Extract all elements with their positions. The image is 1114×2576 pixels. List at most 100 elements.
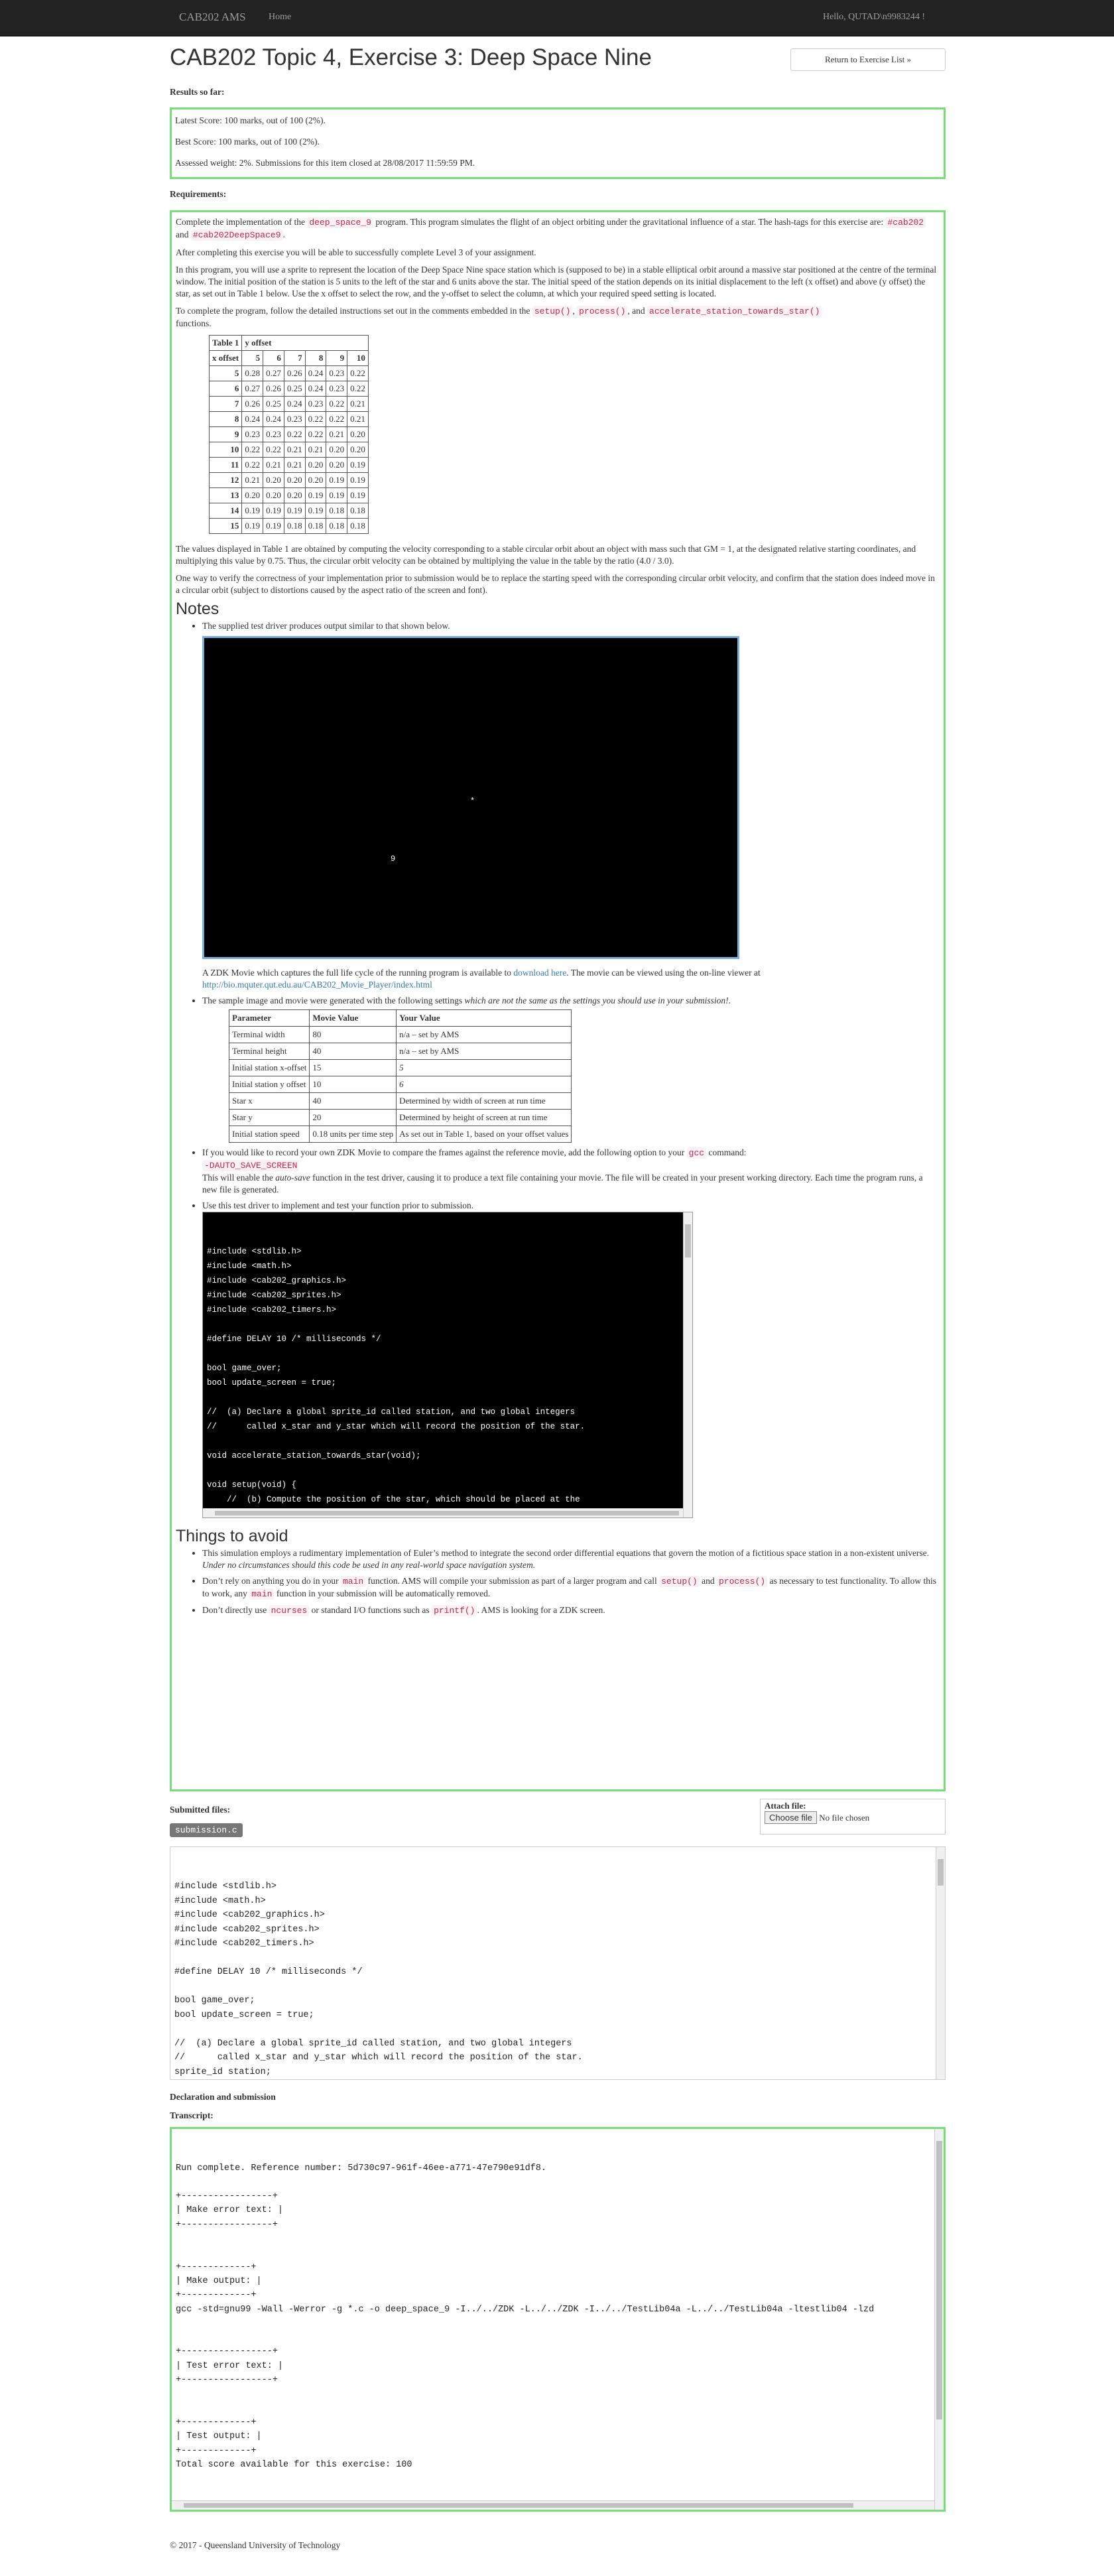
note-item: Use this test driver to implement and te… xyxy=(202,1200,940,1518)
speed-cell: 0.20 xyxy=(304,472,327,488)
y-offset-col-header: 6 xyxy=(263,350,284,366)
autosave-text: If you would like to record your own ZDK… xyxy=(202,1147,687,1157)
download-movie-link[interactable]: download here xyxy=(513,968,566,978)
submission-source-text: #include <stdlib.h> #include <math.h> #i… xyxy=(174,1882,583,2077)
code-vertical-scrollbar[interactable] xyxy=(683,1212,692,1517)
req-description: In this program, you will use a sprite t… xyxy=(176,265,937,298)
table-row: 9 0.23 0.23 0.22 0.22 0.21 0.20 xyxy=(208,426,369,442)
table-row: 11 0.22 0.21 0.21 0.20 0.20 0.19 xyxy=(208,457,369,473)
movie-viewer-link[interactable]: http://bio.mquter.qut.edu.au/CAB202_Movi… xyxy=(202,980,432,990)
req-and-2: , and xyxy=(627,306,648,316)
submission-source-view[interactable]: #include <stdlib.h> #include <math.h> #i… xyxy=(170,1846,946,2080)
speed-cell: 0.24 xyxy=(304,381,327,397)
hashtag-cab202: #cab202 xyxy=(885,217,926,228)
settings-row: Star y 20 Determined by height of screen a… xyxy=(228,1109,572,1126)
printf-code: printf() xyxy=(432,1605,477,1616)
speed-cell: 0.27 xyxy=(263,365,284,381)
speed-cell: 0.19 xyxy=(326,487,348,503)
speed-cell: 0.19 xyxy=(241,503,264,519)
settings-cell: Initial station y offset xyxy=(228,1076,310,1093)
settings-cell: 15 xyxy=(309,1059,397,1076)
table-row: 14 0.19 0.19 0.19 0.19 0.18 0.18 xyxy=(208,503,369,519)
speed-cell: 0.24 xyxy=(263,411,284,427)
speed-cell: 0.24 xyxy=(304,365,327,381)
speed-cell: 0.19 xyxy=(263,518,284,534)
submission-file-tab[interactable]: submission.c xyxy=(170,1823,243,1837)
note-driver-text: The supplied test driver produces output… xyxy=(202,621,450,631)
accelerate-code: accelerate_station_towards_star() xyxy=(647,306,822,317)
avoid-list: This simulation employs a rudimentary im… xyxy=(176,1547,940,1617)
process-code-2: process() xyxy=(716,1576,768,1587)
speed-cell: 0.20 xyxy=(263,472,284,488)
req-table-explanation: The values displayed in Table 1 are obta… xyxy=(176,544,916,566)
results-panel: Latest Score: 100 marks, out of 100 (2%)… xyxy=(170,107,946,179)
speed-cell: 0.18 xyxy=(304,518,327,534)
code-horizontal-scrollbar[interactable] xyxy=(203,1508,683,1517)
settings-col-header: Your Value xyxy=(396,1009,572,1027)
transcript-view[interactable]: Run complete. Reference number: 5d730c97… xyxy=(170,2127,946,2512)
settings-cell: Determined by width of screen at run tim… xyxy=(396,1092,572,1110)
settings-row: Initial station speed 0.18 units per time… xyxy=(228,1126,572,1143)
req-period: . xyxy=(282,229,285,239)
settings-cell: As set out in Table 1, based on your off… xyxy=(396,1126,572,1143)
speed-cell: 0.26 xyxy=(241,396,264,412)
y-offset-col-header: 8 xyxy=(304,350,327,366)
speed-cell: 0.22 xyxy=(347,381,369,397)
x-offset-row-header: 9 xyxy=(208,426,243,442)
user-greeting[interactable]: Hello, QUTAD\n9983244 ! xyxy=(823,0,925,34)
settings-cell: Terminal height xyxy=(228,1043,310,1060)
speed-cell: 0.18 xyxy=(347,503,369,519)
brand-link[interactable]: CAB202 AMS xyxy=(179,0,246,34)
settings-warning: which are not the same as the settings y… xyxy=(464,996,729,1005)
settings-cell: 6 xyxy=(396,1076,572,1093)
speed-cell: 0.23 xyxy=(304,396,327,412)
results-label: Results so far: xyxy=(170,87,225,97)
speed-cell: 0.18 xyxy=(283,518,306,534)
source-vertical-scrollbar[interactable] xyxy=(936,1847,945,2079)
req-verification: One way to verify the correctness of you… xyxy=(176,573,935,595)
avoid-main-text-4: function in your submission will be auto… xyxy=(274,1588,491,1598)
y-offset-col-header: 7 xyxy=(283,350,306,366)
settings-cell: 40 xyxy=(309,1092,397,1110)
speed-cell: 0.22 xyxy=(326,411,348,427)
return-to-list-button[interactable]: Return to Exercise List » xyxy=(790,48,946,71)
speed-cell: 0.22 xyxy=(263,442,284,458)
speed-cell: 0.19 xyxy=(263,503,284,519)
speed-cell: 0.22 xyxy=(347,365,369,381)
req-intro-text-2: program. This program simulates the flig… xyxy=(373,217,886,227)
choose-file-button[interactable]: Choose file xyxy=(765,1811,818,1824)
x-offset-row-header: 12 xyxy=(208,472,243,488)
attach-file-label: Attach file: xyxy=(765,1801,806,1811)
speed-cell: 0.20 xyxy=(326,442,348,458)
sample-output-screen: * 9 xyxy=(202,636,739,959)
transcript-horizontal-scrollbar[interactable] xyxy=(172,2500,934,2510)
home-link[interactable]: Home xyxy=(269,0,291,34)
no-file-chosen-text: No file chosen xyxy=(819,1813,870,1823)
y-offset-header: y offset xyxy=(241,335,369,351)
autosave-desc: This will enable the xyxy=(202,1173,276,1183)
req-and: and xyxy=(176,229,191,239)
settings-row: Terminal height 40 n/a – set by AMS xyxy=(228,1043,572,1060)
settings-cell: Star x xyxy=(228,1092,310,1110)
table-row: 12 0.21 0.20 0.20 0.20 0.19 0.19 xyxy=(208,472,369,488)
speed-cell: 0.24 xyxy=(283,396,306,412)
speed-cell: 0.18 xyxy=(326,503,348,519)
settings-col-header: Movie Value xyxy=(309,1009,397,1027)
main-code: main xyxy=(340,1576,366,1587)
settings-cell: n/a – set by AMS xyxy=(396,1026,572,1043)
station-glyph: 9 xyxy=(391,854,396,864)
settings-table: Parameter Movie Value Your Value Terminal … xyxy=(228,1009,572,1143)
speed-cell: 0.24 xyxy=(241,411,264,427)
note-item: If you would like to record your own ZDK… xyxy=(202,1147,940,1196)
speed-cell: 0.25 xyxy=(263,396,284,412)
speed-cell: 0.18 xyxy=(347,518,369,534)
test-driver-code[interactable]: #include <stdlib.h> #include <math.h> #i… xyxy=(202,1212,693,1518)
speed-cell: 0.19 xyxy=(241,518,264,534)
settings-cell: Star y xyxy=(228,1109,310,1126)
settings-row: Initial station x-offset 15 5 xyxy=(228,1059,572,1076)
table-row: 10 0.22 0.22 0.21 0.21 0.20 0.20 xyxy=(208,442,369,458)
autosave-em: auto-save xyxy=(275,1173,310,1183)
transcript-vertical-scrollbar[interactable] xyxy=(934,2129,944,2510)
x-offset-row-header: 5 xyxy=(208,365,243,381)
speed-cell: 0.21 xyxy=(263,457,284,473)
